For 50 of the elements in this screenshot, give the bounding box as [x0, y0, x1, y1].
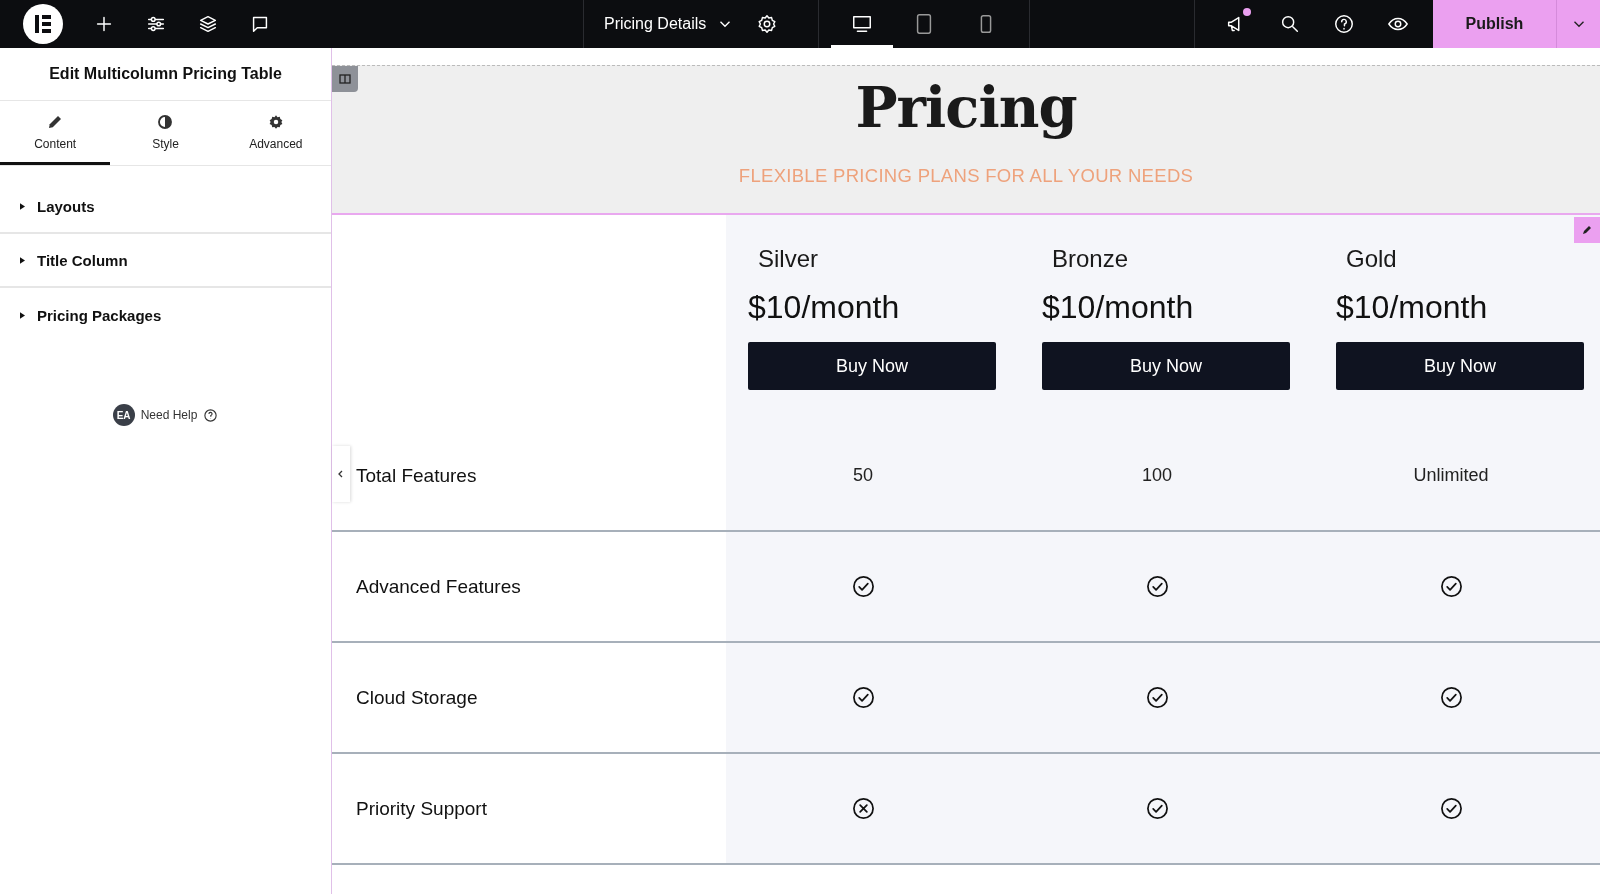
plan-price: $10/month: [748, 289, 901, 326]
half-circle-icon: [156, 112, 175, 131]
plan-name: Silver: [757, 245, 819, 273]
buy-now-button[interactable]: Buy Now: [748, 342, 996, 390]
check-icon: [1439, 575, 1463, 598]
accordion-section[interactable]: Title Column: [0, 234, 331, 288]
feature-label: Cloud Storage: [356, 686, 478, 709]
buy-now-button[interactable]: Buy Now: [1336, 342, 1584, 390]
panel-tab[interactable]: Style: [110, 101, 221, 165]
help-icon[interactable]: [203, 407, 219, 423]
plan-price: $10/month: [1042, 289, 1195, 326]
feature-value: 100: [1141, 465, 1172, 486]
check-icon: [1145, 575, 1169, 598]
plan-price: $10/month: [1336, 289, 1489, 326]
feature-label: Priority Support: [356, 797, 487, 820]
check-icon: [1439, 686, 1463, 709]
check-icon: [851, 575, 875, 598]
panel-title: Edit Multicolumn Pricing Table: [0, 48, 331, 101]
page-heading: Pricing: [855, 74, 1077, 140]
page-title-dropdown[interactable]: Pricing Details: [604, 15, 735, 33]
panel-tab[interactable]: Advanced: [220, 101, 331, 165]
check-icon: [1439, 797, 1463, 820]
panel-tab[interactable]: Content: [0, 101, 111, 165]
buy-now-button[interactable]: Buy Now: [1042, 342, 1290, 390]
publish-button[interactable]: Publish: [1433, 0, 1556, 48]
accordion-section[interactable]: Pricing Packages: [0, 288, 331, 342]
page-subheading: FLEXIBLE PRICING PLANS FOR ALL YOUR NEEDS: [738, 165, 1194, 187]
accordion-section[interactable]: Layouts: [0, 180, 331, 234]
check-icon: [1145, 797, 1169, 820]
cross-icon: [851, 797, 875, 820]
caret-icon: [20, 202, 25, 210]
layers-icon[interactable]: [197, 13, 219, 35]
logo-icon[interactable]: [23, 4, 63, 44]
caret-icon: [20, 256, 25, 264]
edit-widget-icon[interactable]: [1574, 217, 1600, 243]
feature-label: Total Features: [356, 464, 477, 487]
search-icon[interactable]: [1279, 13, 1301, 35]
plan-name: Bronze: [1051, 245, 1130, 273]
help-icon[interactable]: [1333, 13, 1355, 35]
feature-value: 50: [853, 465, 873, 486]
caret-icon: [20, 311, 25, 319]
feature-label: Advanced Features: [356, 575, 521, 598]
plan-name: Gold: [1345, 245, 1398, 273]
ea-badge: EA: [112, 404, 135, 426]
check-icon: [851, 686, 875, 709]
desktop-icon: [851, 13, 873, 35]
need-help-link[interactable]: Need Help: [140, 408, 198, 422]
feature-value: Unlimited: [1413, 465, 1489, 486]
section-handle-icon[interactable]: [332, 66, 358, 92]
check-icon: [1145, 686, 1169, 709]
